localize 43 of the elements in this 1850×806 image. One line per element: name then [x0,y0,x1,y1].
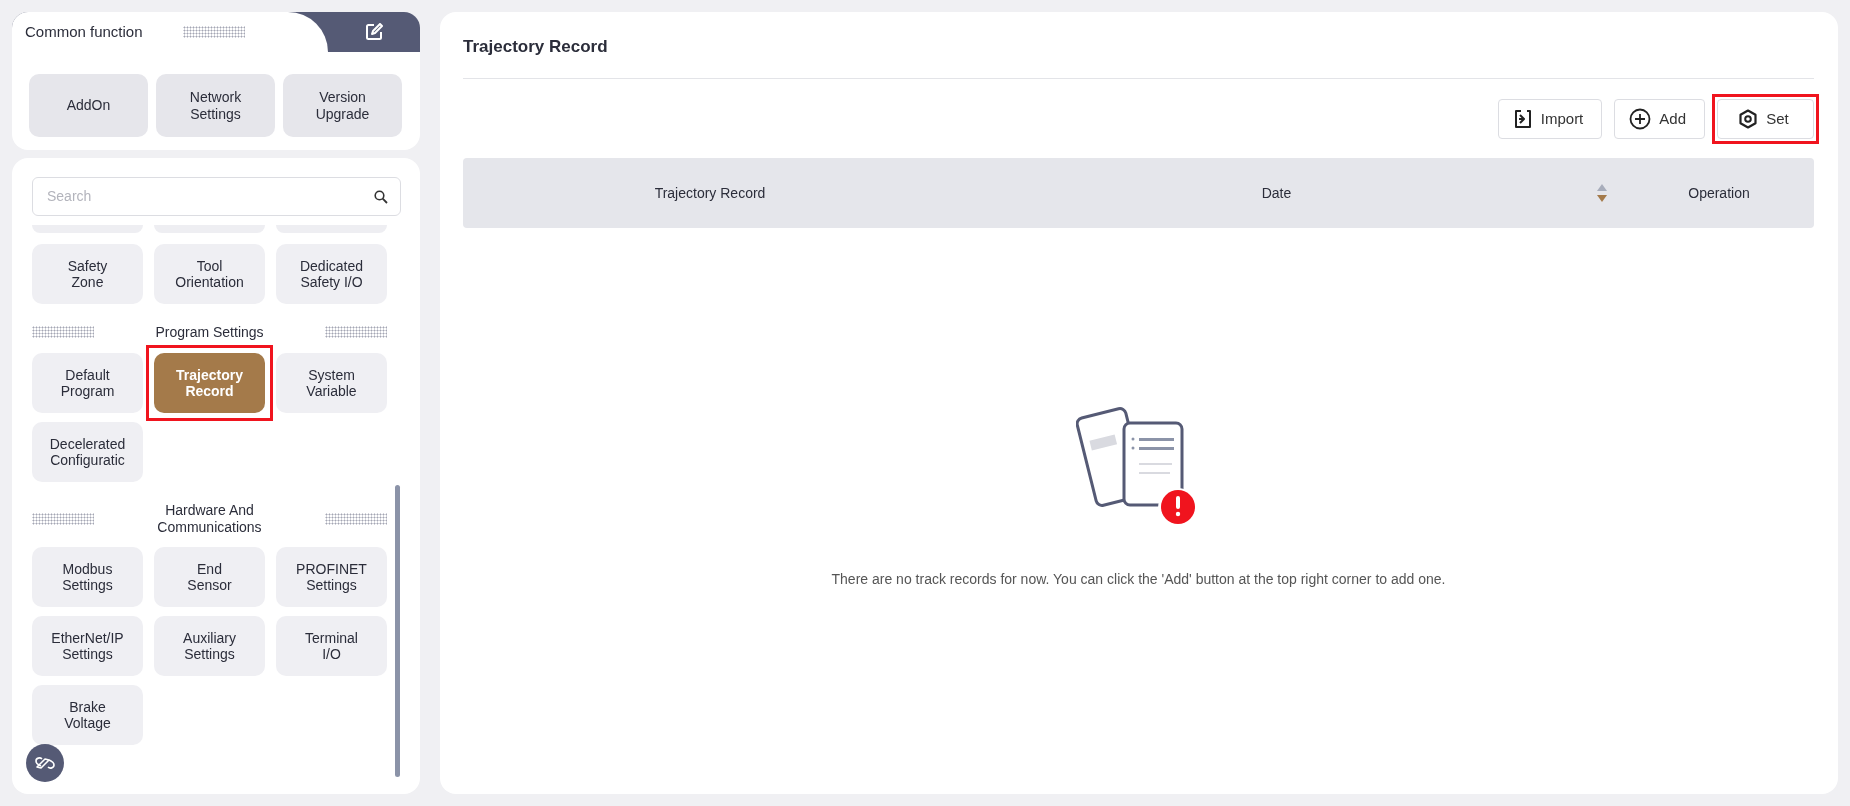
sort-icon[interactable] [1596,183,1608,203]
menu-tile[interactable]: Safety Zone [32,244,143,304]
import-icon [1512,109,1533,129]
settings-icon [1738,109,1759,129]
menu-tile[interactable]: Auxiliary Settings [154,616,265,677]
add-button[interactable]: Add [1614,99,1705,139]
add-icon [1629,108,1652,130]
menu-tile[interactable]: Dedicated Safety I/O [276,244,387,304]
floating-action-button[interactable] [26,744,64,782]
column-header[interactable]: Operation [1624,182,1814,204]
column-header[interactable]: Trajectory Record [463,182,957,204]
menu-tile[interactable]: Default Program [32,352,143,413]
dot-pattern [32,326,94,339]
menu-tile[interactable]: Terminal I/O [276,616,387,677]
import-button[interactable]: Import [1497,99,1603,139]
empty-message: There are no track records for now. You can click the 'Add' button at the top right corner to add one. [831,570,1446,589]
menu-tile[interactable]: PROFINET Settings [276,547,387,608]
shortcut-button[interactable]: Version Upgrade [283,74,402,137]
section-heading: Program Settings [155,324,264,341]
section-heading: Hardware And Communications [157,501,262,536]
page-title: Trajectory Record [463,12,1814,79]
search-field[interactable]: Search [32,177,401,216]
settings-button[interactable]: Set [1717,99,1814,139]
menu-tile[interactable]: EtherNet/IP Settings [32,616,143,677]
menu-tile[interactable]: Tool Orientation [154,244,265,304]
menu-tile[interactable]: Modbus Settings [32,547,143,608]
column-header[interactable]: Date [957,182,1596,204]
search-icon[interactable] [374,189,388,204]
shortcut-button[interactable]: Network Settings [156,74,275,137]
edit-icon[interactable] [365,23,383,41]
shortcut-button[interactable]: AddOn [29,74,148,137]
scrollbar[interactable] [395,485,400,777]
menu-tile[interactable]: Brake Voltage [32,685,143,746]
link-icon [34,754,56,772]
dot-pattern [325,512,387,525]
panel-title: Common function [25,21,143,42]
menu-tile[interactable]: Decelerated Configuratic [32,421,143,482]
menu-tile[interactable]: Trajectory Record [154,352,265,413]
dot-pattern [325,326,387,339]
menu-tile[interactable]: End Sensor [154,547,265,608]
dot-pattern [32,512,94,525]
dot-pattern [182,26,245,38]
menu-tile[interactable]: System Variable [276,352,387,413]
